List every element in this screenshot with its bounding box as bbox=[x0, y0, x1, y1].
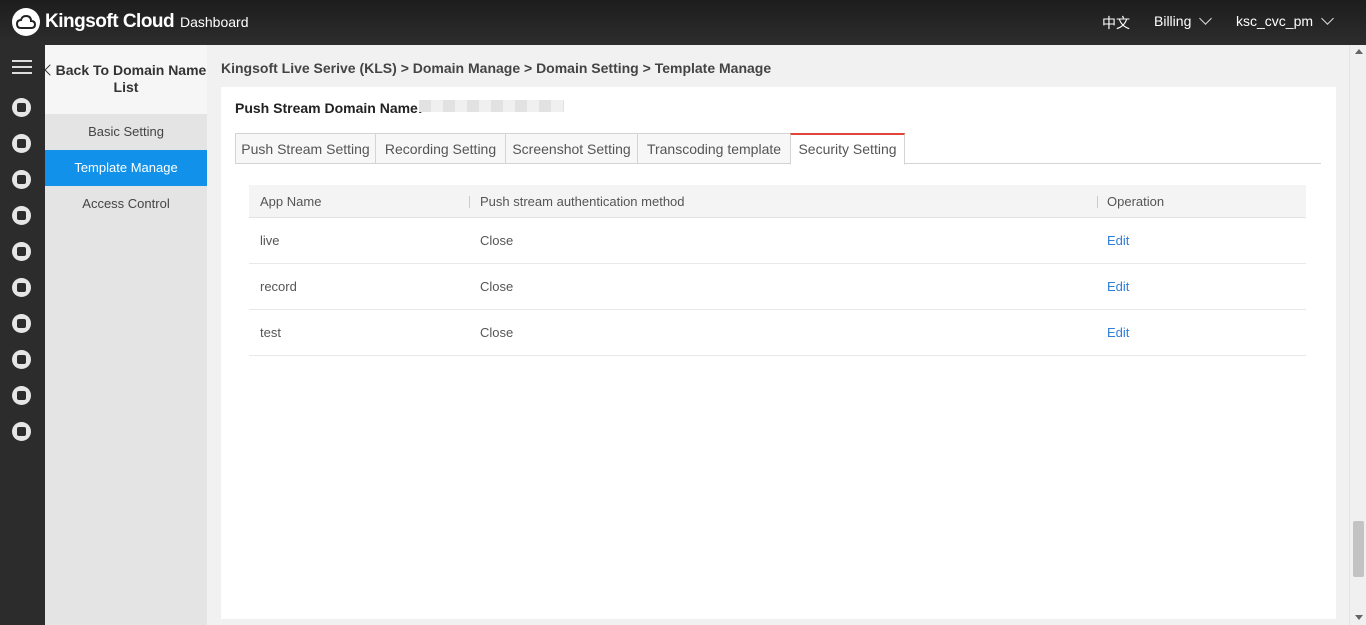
scroll-thumb[interactable] bbox=[1353, 521, 1364, 577]
tab-recording-setting[interactable]: Recording Setting bbox=[375, 133, 506, 164]
tab-transcoding-template[interactable]: Transcoding template bbox=[637, 133, 791, 164]
document-icon[interactable] bbox=[12, 422, 31, 441]
table-row: test Close Edit bbox=[249, 310, 1306, 356]
nav-item-template-manage[interactable]: Template Manage bbox=[45, 150, 207, 186]
app-name-cell: live bbox=[260, 233, 280, 248]
chevron-left-icon bbox=[43, 64, 56, 76]
sub-navigation: Back To Domain Name List Basic Setting T… bbox=[43, 45, 207, 625]
network-icon[interactable] bbox=[12, 170, 31, 189]
billing-label: Billing bbox=[1154, 13, 1192, 29]
scroll-up-arrow-icon[interactable] bbox=[1355, 49, 1363, 54]
cloud-logo-icon bbox=[12, 8, 40, 36]
column-header-auth-method: Push stream authentication method bbox=[480, 193, 685, 209]
dashboard-link[interactable]: Dashboard bbox=[180, 14, 249, 30]
nodes-icon[interactable] bbox=[12, 278, 31, 297]
table-row: live Close Edit bbox=[249, 218, 1306, 264]
breadcrumb: Kingsoft Live Serive (KLS) > Domain Mana… bbox=[221, 60, 772, 76]
menu-icon[interactable] bbox=[12, 60, 32, 78]
back-label: Back To Domain Name List bbox=[55, 62, 207, 95]
nav-item-access-control[interactable]: Access Control bbox=[45, 186, 207, 222]
table-header: App Name Push stream authentication meth… bbox=[249, 185, 1306, 218]
database-icon[interactable] bbox=[12, 206, 31, 225]
chevron-down-icon bbox=[1199, 12, 1213, 25]
app-name-cell: test bbox=[260, 325, 281, 340]
user-menu[interactable]: ksc_cvc_pm bbox=[1236, 12, 1334, 29]
icon-rail bbox=[0, 45, 45, 625]
app-name-cell: record bbox=[260, 279, 297, 294]
tab-screenshot-setting[interactable]: Screenshot Setting bbox=[505, 133, 638, 164]
server-icon[interactable] bbox=[12, 134, 31, 153]
settings-tabs: Push Stream Setting Recording Setting Sc… bbox=[235, 133, 1321, 165]
main-panel: Push Stream Domain Name: Push Stream Set… bbox=[221, 87, 1336, 619]
column-header-operation: Operation bbox=[1107, 193, 1165, 209]
column-header-app-name: App Name bbox=[260, 193, 322, 209]
table-row: record Close Edit bbox=[249, 264, 1306, 310]
column-divider bbox=[469, 196, 470, 208]
top-bar: Kingsoft Cloud Dashboard 中文 Billing ksc_… bbox=[0, 0, 1366, 45]
cloud-icon[interactable] bbox=[12, 98, 31, 117]
language-switch[interactable]: 中文 bbox=[1102, 13, 1130, 33]
nav-item-basic-setting[interactable]: Basic Setting bbox=[45, 114, 207, 150]
user-label: ksc_cvc_pm bbox=[1236, 13, 1314, 29]
security-table: App Name Push stream authentication meth… bbox=[249, 185, 1306, 356]
domain-name-label: Push Stream Domain Name: bbox=[235, 100, 423, 116]
scroll-down-arrow-icon[interactable] bbox=[1355, 615, 1363, 620]
billing-menu[interactable]: Billing bbox=[1154, 12, 1213, 29]
logo[interactable]: Kingsoft Cloud bbox=[12, 8, 175, 36]
language-label: 中文 bbox=[1102, 15, 1130, 31]
tab-security-setting[interactable]: Security Setting bbox=[790, 133, 905, 165]
back-to-domain-list-button[interactable]: Back To Domain Name List bbox=[43, 45, 207, 114]
auth-method-cell: Close bbox=[480, 233, 514, 248]
column-divider bbox=[1097, 196, 1098, 208]
tab-push-stream-setting[interactable]: Push Stream Setting bbox=[235, 133, 376, 164]
cdn-icon[interactable] bbox=[12, 314, 31, 333]
vertical-scrollbar[interactable] bbox=[1349, 45, 1366, 625]
upload-cloud-icon[interactable] bbox=[12, 386, 31, 405]
storage-icon[interactable] bbox=[12, 350, 31, 369]
domain-name-value-redacted bbox=[419, 100, 564, 112]
monitor-icon[interactable] bbox=[12, 242, 31, 261]
logo-text: Kingsoft Cloud bbox=[45, 11, 175, 32]
edit-link[interactable]: Edit bbox=[1107, 310, 1129, 355]
auth-method-cell: Close bbox=[480, 325, 514, 340]
edit-link[interactable]: Edit bbox=[1107, 264, 1129, 309]
chevron-down-icon bbox=[1321, 12, 1334, 25]
edit-link[interactable]: Edit bbox=[1107, 218, 1129, 263]
auth-method-cell: Close bbox=[480, 279, 514, 294]
